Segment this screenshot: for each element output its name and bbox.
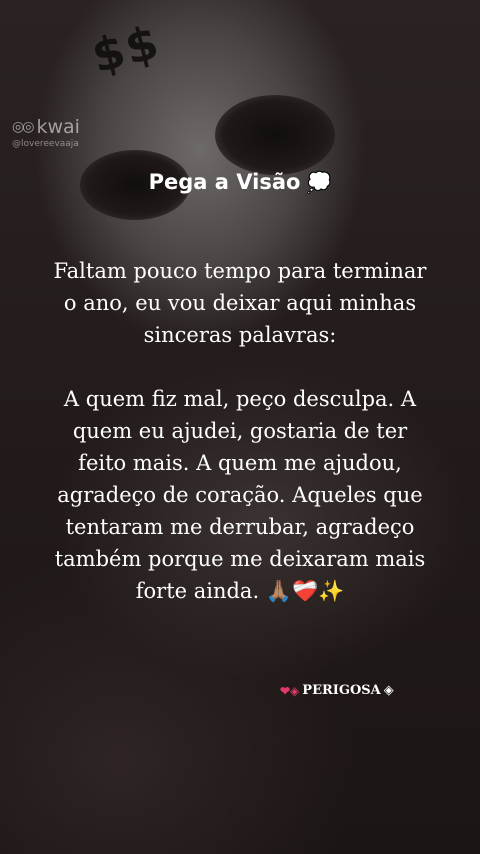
heart-diamond-icon: ❤◈ (280, 683, 300, 698)
post-title: Pega a Visão 💭 (0, 170, 480, 194)
post-title-text: Pega a Visão (148, 170, 301, 194)
kwai-logo-icon: ◎◎ (12, 119, 34, 135)
diamond-icon: ◈ (383, 683, 394, 698)
kwai-brand-text: kwai (36, 116, 80, 138)
post-body: Faltam pouco tempo para terminar o ano, … (50, 255, 430, 607)
signature-text: PERIGOSA (302, 683, 381, 698)
kwai-handle: @lovereevaaja (12, 139, 79, 149)
paragraph-intro: Faltam pouco tempo para terminar o ano, … (53, 259, 427, 347)
signature: ❤◈ PERIGOSA ◈ (280, 683, 394, 698)
mask-eye-right (215, 95, 335, 175)
thought-bubble-icon: 💭 (306, 170, 332, 194)
paragraph-message: A quem fiz mal, peço desculpa. A quem eu… (54, 387, 426, 603)
kwai-watermark: ◎◎ kwai @lovereevaaja (12, 116, 80, 149)
